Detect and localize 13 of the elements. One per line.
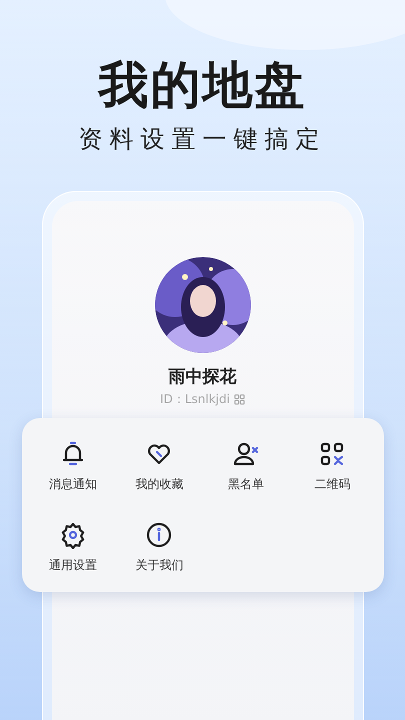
menu-item[interactable]: 消息通知: [30, 440, 116, 493]
menu-item[interactable]: 我的收藏: [116, 440, 202, 493]
menu-item[interactable]: 二维码: [289, 440, 376, 493]
user-name: 雨中探花: [168, 366, 236, 388]
info-icon: [145, 521, 174, 549]
qr-code-icon[interactable]: [234, 394, 245, 405]
user-id: ID：Lsnlkjdi: [160, 391, 230, 408]
menu-item[interactable]: 通用设置: [30, 521, 116, 574]
headline: 我的地盘: [98, 58, 306, 113]
user-remove-icon: [232, 440, 260, 468]
menu-item[interactable]: 黑名单: [202, 440, 289, 493]
subtitle: 资料设置一键搞定: [78, 124, 326, 155]
menu-item[interactable]: 关于我们: [116, 521, 202, 574]
